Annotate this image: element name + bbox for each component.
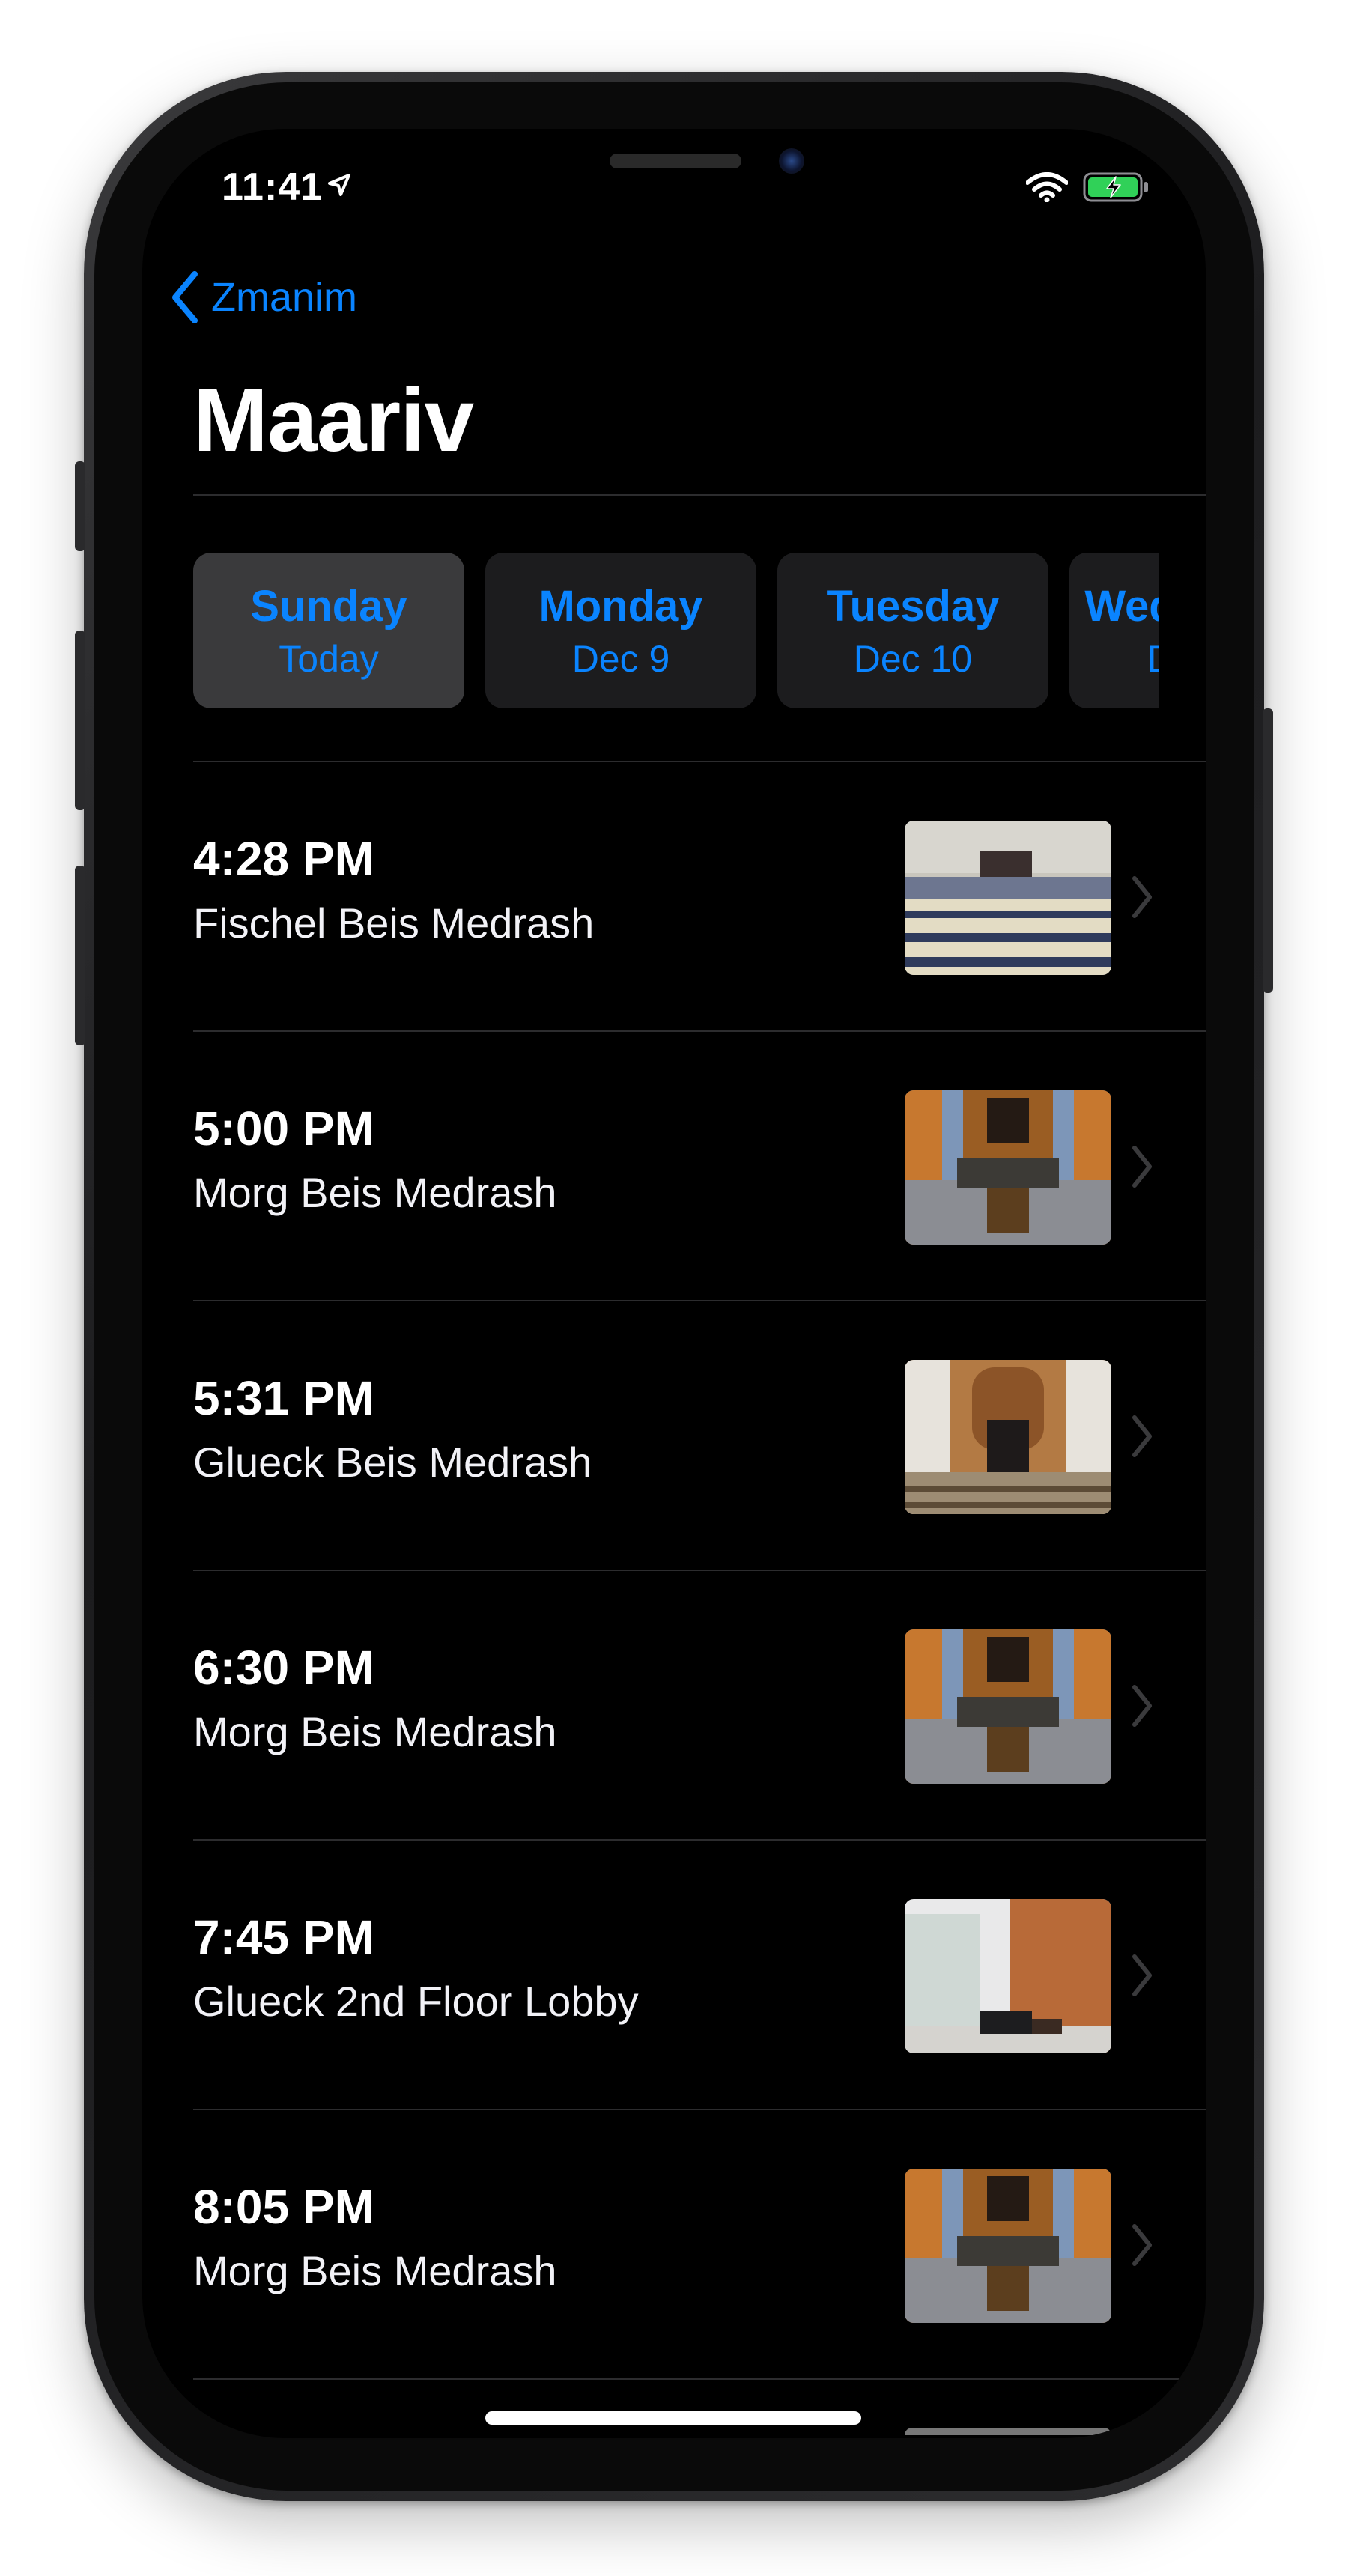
day-date: Dec 10 (853, 637, 973, 680)
day-date: Dec 11 (1147, 637, 1159, 681)
day-tab-monday[interactable]: Monday Dec 9 (485, 553, 756, 708)
back-button[interactable]: Zmanim (171, 271, 357, 323)
wifi-icon (1026, 172, 1068, 202)
minyan-location: Glueck Beis Medrash (193, 1439, 592, 1486)
day-tab-sunday[interactable]: Sunday Today (193, 553, 464, 708)
earpiece-speaker (610, 154, 741, 168)
back-button-label: Zmanim (211, 275, 358, 320)
chevron-left-icon (172, 271, 198, 323)
location-photo (905, 1360, 1111, 1514)
minyan-time: 7:45 PM (193, 1910, 374, 1964)
minyan-location: Morg Beis Medrash (193, 2247, 557, 2294)
minyan-location: Fischel Beis Medrash (193, 899, 595, 947)
minyan-row[interactable]: 5:00 PM Morg Beis Medrash (193, 1032, 1206, 1301)
day-tab-wednesday[interactable]: Wednesday Dec 11 (1069, 553, 1159, 708)
location-photo (905, 1899, 1111, 2053)
mute-switch (75, 461, 85, 551)
title-divider (193, 494, 1206, 496)
power-button (1263, 708, 1273, 993)
chevron-right-icon (1132, 1415, 1152, 1457)
minyan-location: Glueck 2nd Floor Lobby (193, 1978, 639, 2025)
home-indicator[interactable] (485, 2411, 861, 2425)
minyan-location: Morg Beis Medrash (193, 1708, 557, 1755)
day-date: Today (279, 637, 379, 680)
minyan-list: 4:28 PM Fischel Beis Medrash 5:00 PM Mor… (193, 762, 1206, 2380)
minyan-row[interactable]: 4:28 PM Fischel Beis Medrash (193, 762, 1206, 1032)
minyan-location: Morg Beis Medrash (193, 1169, 557, 1216)
minyan-time: 4:28 PM (193, 832, 374, 886)
chevron-right-icon (1132, 1685, 1152, 1727)
location-photo (905, 2169, 1111, 2323)
minyan-time: 5:00 PM (193, 1102, 374, 1155)
row-divider (193, 2378, 1206, 2380)
day-date: Dec 9 (571, 637, 670, 680)
notch (386, 129, 962, 219)
location-photo (905, 821, 1111, 975)
next-row-photo-partial (905, 2428, 1111, 2435)
volume-down-button (75, 866, 85, 1045)
minyan-row[interactable]: 7:45 PM Glueck 2nd Floor Lobby (193, 1841, 1206, 2110)
day-name: Monday (538, 581, 703, 631)
day-name: Sunday (250, 581, 407, 631)
minyan-time: 5:31 PM (193, 1371, 374, 1425)
location-photo (905, 1629, 1111, 1784)
day-selector[interactable]: Sunday Today Monday Dec 9 Tuesday Dec 10… (193, 553, 1159, 708)
battery-charging-icon (1083, 172, 1148, 202)
minyan-row[interactable]: 8:05 PM Morg Beis Medrash (193, 2110, 1206, 2380)
day-tab-tuesday[interactable]: Tuesday Dec 10 (777, 553, 1048, 708)
location-arrow-icon (328, 174, 350, 196)
minyan-time: 6:30 PM (193, 1641, 374, 1695)
day-name: Tuesday (826, 581, 1000, 631)
front-camera (779, 148, 804, 174)
chevron-right-icon (1132, 876, 1152, 918)
chevron-right-icon (1132, 1954, 1152, 1996)
chevron-right-icon (1132, 1146, 1152, 1188)
page-title: Maariv (193, 370, 474, 470)
minyan-row[interactable]: 5:31 PM Glueck Beis Medrash (193, 1301, 1206, 1571)
location-photo (905, 1090, 1111, 1245)
app-screen: 11:41 Zmanim Maariv Sunday Today Monday … (142, 129, 1206, 2438)
minyan-row[interactable]: 6:30 PM Morg Beis Medrash (193, 1571, 1206, 1841)
minyan-time: 8:05 PM (193, 2180, 374, 2234)
volume-up-button (75, 631, 85, 810)
chevron-right-icon (1132, 2224, 1152, 2266)
status-time: 11:41 (222, 165, 324, 209)
day-name: Wednesday (1084, 581, 1159, 631)
